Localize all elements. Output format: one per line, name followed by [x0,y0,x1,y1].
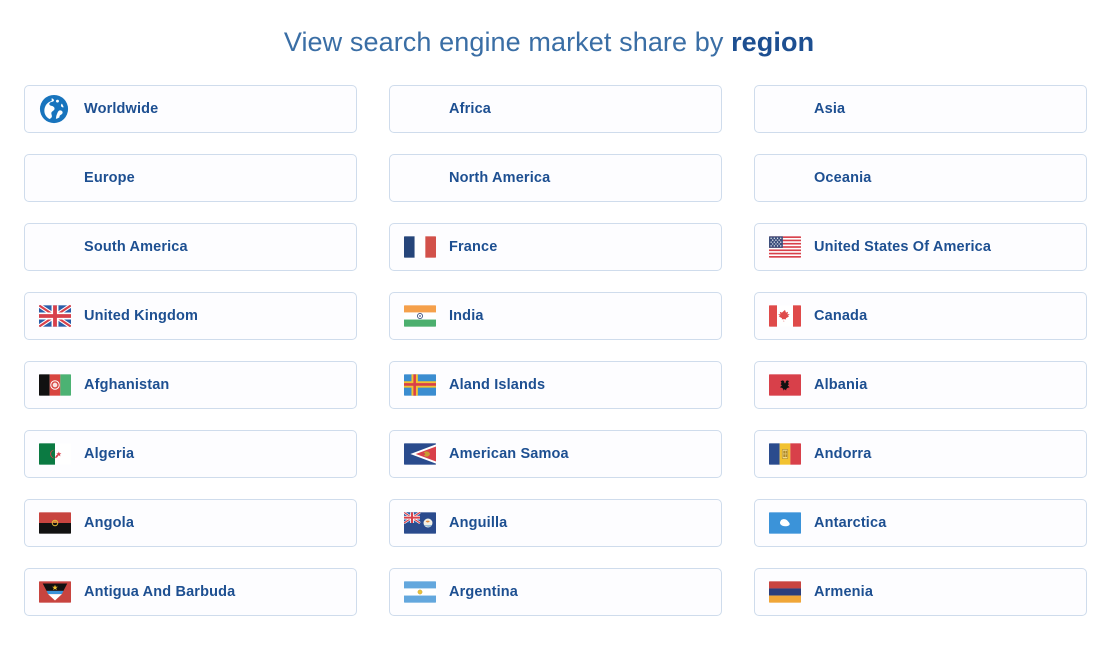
flag-united-states-icon [769,234,805,259]
flag-angola-icon [39,510,75,535]
page-title-highlight: region [731,27,814,57]
region-card-label: Armenia [814,584,873,600]
region-card-label: Antigua And Barbuda [84,584,235,600]
region-card-label: Aland Islands [449,377,545,393]
flag-india-icon [404,303,440,328]
flag-antarctica-icon [769,510,805,535]
region-card[interactable]: United Kingdom [24,292,357,340]
flag-placeholder [769,96,805,121]
region-card[interactable]: Argentina [389,568,722,616]
flag-placeholder [404,165,440,190]
flag-canada-icon [769,303,805,328]
flag-placeholder [404,96,440,121]
page-title: View search engine market share by regio… [0,0,1098,58]
flag-france-icon [404,234,440,259]
flag-aland-islands-icon [404,372,440,397]
region-card[interactable]: Europe [24,154,357,202]
region-card[interactable]: South America [24,223,357,271]
region-grid: Worldwide Africa Asia Europe North America Oc… [0,58,1098,616]
flag-antigua-and-barbuda-icon [39,579,75,604]
region-card-label: Argentina [449,584,518,600]
flag-argentina-icon [404,579,440,604]
region-card-label: South America [84,239,188,255]
region-card-label: Anguilla [449,515,507,531]
region-card[interactable]: India [389,292,722,340]
flag-afghanistan-icon [39,372,75,397]
page-title-prefix: View search engine market share by [284,27,731,57]
region-card[interactable]: North America [389,154,722,202]
region-card-label: Algeria [84,446,134,462]
region-card[interactable]: Oceania [754,154,1087,202]
region-card[interactable]: Armenia [754,568,1087,616]
region-card-label: France [449,239,497,255]
region-card[interactable]: France [389,223,722,271]
region-card[interactable]: Worldwide [24,85,357,133]
region-card-label: American Samoa [449,446,569,462]
flag-placeholder [39,234,75,259]
region-card-label: Albania [814,377,867,393]
region-card[interactable]: Anguilla [389,499,722,547]
flag-placeholder [39,165,75,190]
region-card-label: Africa [449,101,491,117]
region-card-label: Antarctica [814,515,886,531]
globe-icon [39,96,75,121]
flag-placeholder [769,165,805,190]
region-card-label: Andorra [814,446,871,462]
region-card[interactable]: Aland Islands [389,361,722,409]
region-card[interactable]: Antigua And Barbuda [24,568,357,616]
region-card[interactable]: Angola [24,499,357,547]
flag-american-samoa-icon [404,441,440,466]
region-card-label: India [449,308,484,324]
region-card-label: North America [449,170,550,186]
flag-armenia-icon [769,579,805,604]
flag-algeria-icon [39,441,75,466]
flag-andorra-icon [769,441,805,466]
region-card[interactable]: Algeria [24,430,357,478]
region-card[interactable]: Afghanistan [24,361,357,409]
region-card-label: Europe [84,170,135,186]
flag-albania-icon [769,372,805,397]
region-card[interactable]: Andorra [754,430,1087,478]
flag-united-kingdom-icon [39,303,75,328]
region-card[interactable]: American Samoa [389,430,722,478]
region-card[interactable]: Antarctica [754,499,1087,547]
region-card-label: Canada [814,308,867,324]
region-card-label: Afghanistan [84,377,169,393]
region-card-label: Worldwide [84,101,158,117]
flag-anguilla-icon [404,510,440,535]
region-card-label: Asia [814,101,845,117]
region-card[interactable]: Asia [754,85,1087,133]
region-card[interactable]: United States Of America [754,223,1087,271]
region-card[interactable]: Albania [754,361,1087,409]
region-card[interactable]: Africa [389,85,722,133]
region-card[interactable]: Canada [754,292,1087,340]
region-card-label: United Kingdom [84,308,198,324]
region-card-label: Angola [84,515,134,531]
region-card-label: Oceania [814,170,871,186]
region-card-label: United States Of America [814,239,991,255]
